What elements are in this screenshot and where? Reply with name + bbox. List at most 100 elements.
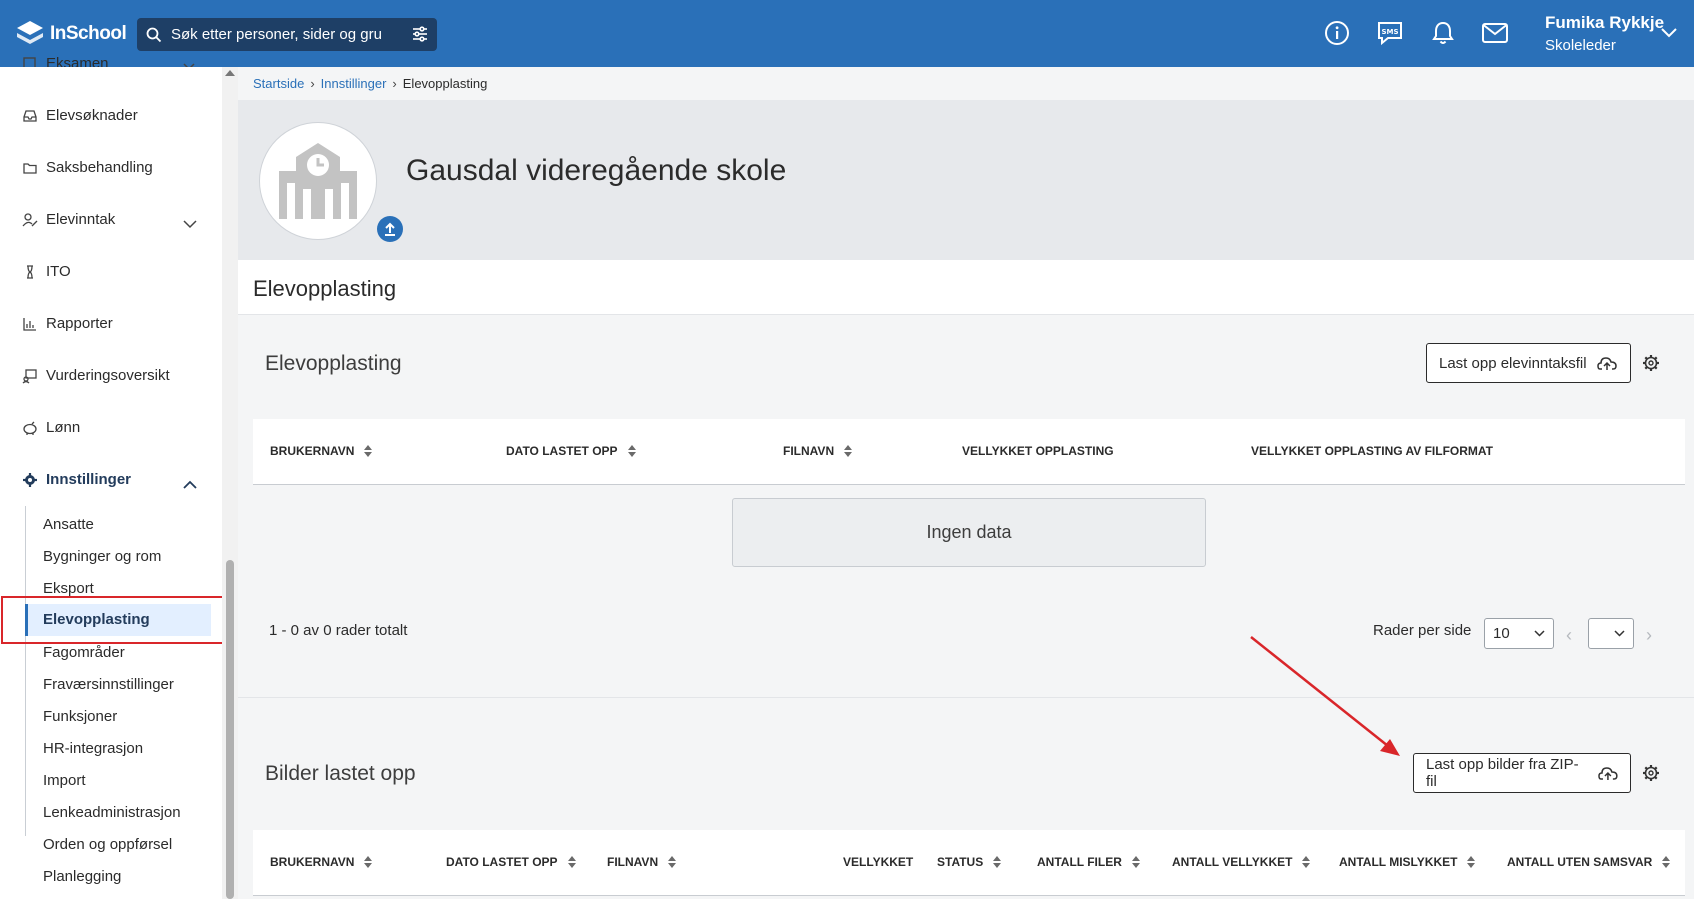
- column-header-brukernavn[interactable]: BRUKERNAVN: [270, 855, 373, 869]
- sidebar-item-label: Rapporter: [46, 315, 113, 332]
- column-label: ANTALL UTEN SAMSVAR: [1507, 855, 1653, 869]
- column-label: ANTALL VELLYKKET: [1172, 855, 1293, 869]
- column-header-filnavn[interactable]: FILNAVN: [607, 855, 677, 869]
- sidebar-item-elevsoknader[interactable]: Elevsøknader: [22, 107, 138, 124]
- breadcrumb-current: Elevopplasting: [402, 76, 488, 91]
- upload-table-header: BRUKERNAVN DATO LASTET OPP FILNAVN VELLY…: [253, 419, 1685, 485]
- subitem-hr-integrasjon[interactable]: HR-integrasjon: [43, 740, 143, 757]
- scroll-up-icon[interactable]: [225, 70, 235, 76]
- sort-icon[interactable]: [567, 856, 576, 868]
- subitem-fravaersinnstillinger[interactable]: Fraværsinnstillinger: [43, 676, 174, 693]
- column-label: VELLYKKET OPPLASTING AV FILFORMAT: [1251, 444, 1494, 458]
- sort-icon[interactable]: [1302, 856, 1311, 868]
- sort-icon[interactable]: [1131, 856, 1140, 868]
- gear-icon: [23, 472, 37, 487]
- subitem-bygninger[interactable]: Bygninger og rom: [43, 548, 161, 565]
- school-building-icon: [279, 143, 357, 219]
- sidebar-item-vurderingsoversikt[interactable]: Vurderingsoversikt: [22, 367, 170, 384]
- chevron-up-icon[interactable]: [183, 476, 197, 494]
- subitem-eksport[interactable]: Eksport: [43, 580, 94, 597]
- column-label: FILNAVN: [607, 855, 659, 869]
- sidebar-top-mask: [0, 67, 222, 77]
- sidebar-item-saksbehandling[interactable]: Saksbehandling: [22, 159, 153, 176]
- breadcrumb: Startside › Innstillinger › Elevopplasti…: [253, 76, 487, 91]
- breadcrumb-link-startside[interactable]: Startside: [253, 76, 304, 91]
- settings-gear-icon[interactable]: [1641, 763, 1661, 783]
- sort-icon[interactable]: [364, 445, 373, 457]
- school-avatar[interactable]: [259, 122, 377, 240]
- column-header-filformat: VELLYKKET OPPLASTING AV FILFORMAT: [1251, 444, 1493, 458]
- sidebar-item-label: Elevsøknader: [46, 107, 138, 124]
- rows-per-page-select[interactable]: 10: [1484, 618, 1554, 649]
- logo-text: InSchool: [50, 23, 127, 44]
- subitem-funksjoner[interactable]: Funksjoner: [43, 708, 117, 725]
- page-select[interactable]: [1588, 618, 1634, 649]
- filter-icon[interactable]: [411, 25, 429, 48]
- search-bar[interactable]: [137, 18, 437, 51]
- column-label: BRUKERNAVN: [270, 855, 355, 869]
- sidebar-item-lonn[interactable]: Lønn: [22, 419, 80, 436]
- subitem-ansatte[interactable]: Ansatte: [43, 516, 94, 533]
- column-header-filnavn[interactable]: FILNAVN: [783, 444, 853, 458]
- sort-icon[interactable]: [1467, 856, 1476, 868]
- column-header-antall-vellykket[interactable]: ANTALL VELLYKKET: [1172, 855, 1311, 869]
- sidebar-item-innstillinger[interactable]: Innstillinger: [22, 471, 131, 488]
- assessment-icon: [22, 368, 37, 383]
- upload-cloud-icon: [1596, 357, 1617, 370]
- sort-icon[interactable]: [993, 856, 1002, 868]
- submenu-line: [25, 506, 26, 836]
- sort-icon[interactable]: [844, 445, 853, 457]
- column-header-vellykket: VELLYKKET: [843, 855, 913, 869]
- column-label: FILNAVN: [783, 444, 835, 458]
- upload-icon: [385, 222, 395, 236]
- column-header-vellykket-opplasting: VELLYKKET OPPLASTING: [962, 444, 1114, 458]
- upload-zip-images-button[interactable]: Last opp bilder fra ZIP-fil: [1413, 753, 1631, 793]
- subitem-import[interactable]: Import: [43, 772, 86, 789]
- user-menu[interactable]: Fumika Rykkje Skoleleder: [1545, 13, 1664, 54]
- bell-icon[interactable]: [1428, 18, 1458, 48]
- sort-icon[interactable]: [364, 856, 373, 868]
- sms-icon[interactable]: SMS: [1375, 18, 1405, 48]
- inschool-logo[interactable]: InSchool: [14, 18, 127, 50]
- chevron-down-icon[interactable]: [183, 216, 197, 234]
- subitem-orden[interactable]: Orden og oppførsel: [43, 836, 172, 853]
- column-header-dato[interactable]: DATO LASTET OPP: [506, 444, 636, 458]
- subitem-fagomrader[interactable]: Fagområder: [43, 644, 125, 661]
- search-input[interactable]: [171, 26, 391, 43]
- info-icon[interactable]: [1322, 18, 1352, 48]
- sort-icon[interactable]: [627, 445, 636, 457]
- subitem-lenkeadministrasjon[interactable]: Lenkeadministrasjon: [43, 804, 181, 821]
- column-label: BRUKERNAVN: [270, 444, 355, 458]
- sidebar-item-rapporter[interactable]: Rapporter: [22, 315, 113, 332]
- column-header-antall-uten-samsvar[interactable]: ANTALL UTEN SAMSVAR: [1507, 855, 1671, 869]
- previous-page-icon[interactable]: ‹: [1566, 625, 1572, 646]
- next-page-icon[interactable]: ›: [1646, 625, 1652, 646]
- upload-student-file-button[interactable]: Last opp elevinntaksfil: [1426, 343, 1631, 383]
- column-header-antall-mislykket[interactable]: ANTALL MISLYKKET: [1339, 855, 1476, 869]
- column-header-brukernavn[interactable]: BRUKERNAVN: [270, 444, 373, 458]
- upload-section-title: Elevopplasting: [265, 352, 402, 375]
- column-header-dato[interactable]: DATO LASTET OPP: [446, 855, 576, 869]
- upload-avatar-button[interactable]: [377, 216, 403, 242]
- subitem-planlegging[interactable]: Planlegging: [43, 868, 121, 885]
- mail-icon[interactable]: [1480, 18, 1510, 48]
- sidebar-item-ito[interactable]: ITO: [22, 263, 71, 280]
- column-label: STATUS: [937, 855, 984, 869]
- sidebar-item-label: ITO: [46, 263, 71, 280]
- settings-gear-icon[interactable]: [1641, 353, 1661, 373]
- sidebar-item-elevinntak[interactable]: Elevinntak: [22, 211, 115, 228]
- chevron-down-icon[interactable]: [1661, 25, 1677, 43]
- button-label: Last opp elevinntaksfil: [1439, 354, 1587, 372]
- breadcrumb-link-innstillinger[interactable]: Innstillinger: [321, 76, 387, 91]
- folder-icon: [23, 162, 37, 174]
- sort-icon[interactable]: [1662, 856, 1671, 868]
- sort-icon[interactable]: [668, 856, 677, 868]
- column-header-antall-filer[interactable]: ANTALL FILER: [1037, 855, 1140, 869]
- scrollbar-thumb[interactable]: [226, 560, 234, 899]
- piggy-bank-icon: [23, 421, 37, 435]
- breadcrumb-chevron-icon: ›: [392, 76, 397, 91]
- column-header-status[interactable]: STATUS: [937, 855, 1002, 869]
- inbox-icon: [23, 109, 37, 122]
- column-label: ANTALL FILER: [1037, 855, 1122, 869]
- top-bar: InSchool SMS Fumika Rykkje Skoleleder: [0, 0, 1694, 67]
